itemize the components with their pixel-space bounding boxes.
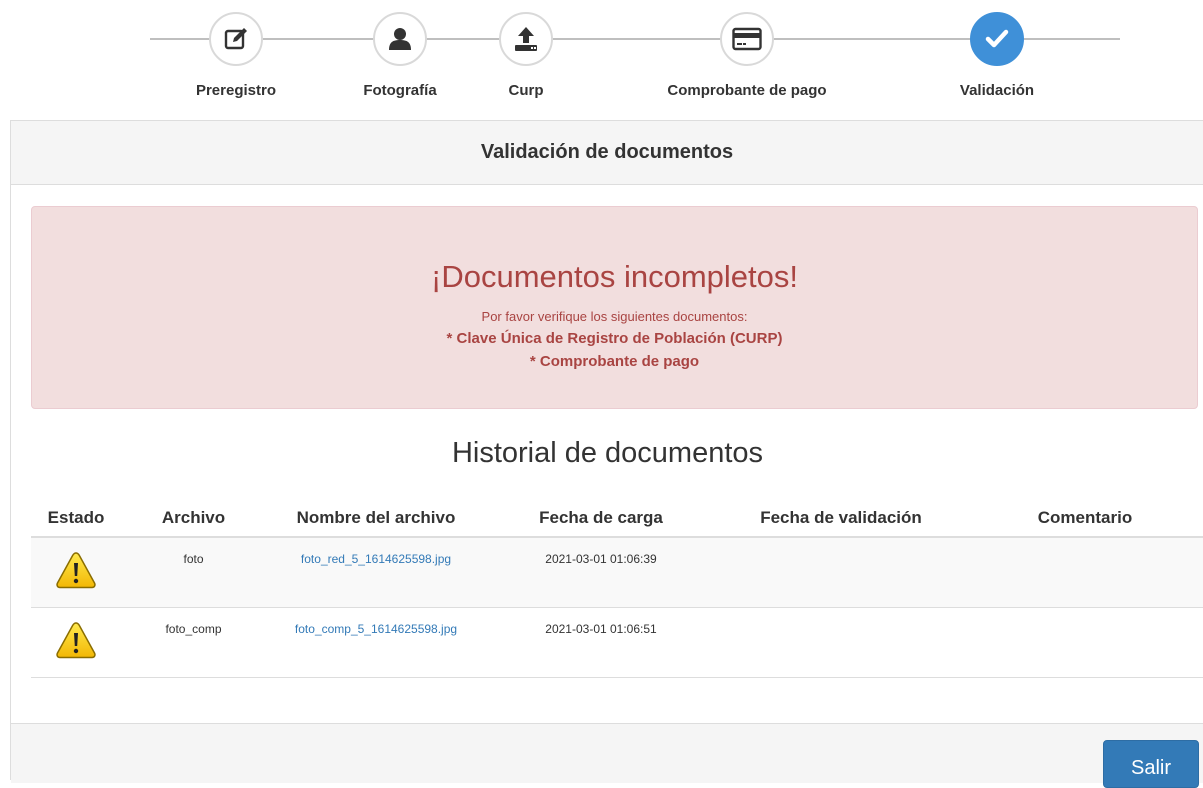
- column-header-nombre[interactable]: Nombre del archivo: [266, 499, 486, 538]
- file-type-cell: foto: [121, 537, 266, 608]
- step-label: Curp: [508, 82, 544, 99]
- incomplete-documents-alert: ¡Documentos incompletos! Por favor verif…: [31, 206, 1198, 409]
- documents-history-table: Estado Archivo Nombre del archivo Fecha …: [31, 499, 1203, 678]
- step-label: Preregistro: [195, 82, 277, 99]
- progress-stepper: Preregistro Fotografía Curp Comprobante …: [0, 0, 1203, 118]
- step-circle-active: [970, 12, 1024, 66]
- state-cell: [31, 537, 121, 608]
- column-header-comentario[interactable]: Comentario: [966, 499, 1203, 538]
- alert-subtitle: Por favor verifique los siguientes docum…: [481, 309, 748, 324]
- file-name-cell: foto_red_5_1614625598.jpg: [266, 537, 486, 608]
- step-circle: [209, 12, 263, 66]
- table-row: foto_comp foto_comp_5_1614625598.jpg 202…: [31, 607, 1203, 678]
- panel-title: Validación de documentos: [11, 121, 1203, 185]
- history-title: Historial de documentos: [451, 437, 764, 469]
- column-header-estado[interactable]: Estado: [31, 499, 121, 538]
- file-link[interactable]: foto_red_5_1614625598.jpg: [301, 552, 451, 566]
- table-header-row: Estado Archivo Nombre del archivo Fecha …: [31, 499, 1203, 538]
- column-header-fecha-carga[interactable]: Fecha de carga: [486, 499, 716, 538]
- validation-date-cell: [716, 607, 966, 678]
- upload-date-cell: 2021-03-01 01:06:39: [486, 537, 716, 608]
- state-cell: [31, 607, 121, 678]
- step-preregistro[interactable]: Preregistro: [151, 12, 321, 99]
- step-label: Comprobante de pago: [667, 82, 827, 99]
- user-icon: [389, 28, 411, 50]
- step-circle: [499, 12, 553, 66]
- step-circle: [720, 12, 774, 66]
- edit-icon: [224, 28, 247, 50]
- exit-button[interactable]: Salir: [1103, 740, 1199, 788]
- credit-card-icon: [732, 27, 762, 51]
- validation-date-cell: [716, 537, 966, 608]
- alert-title: ¡Documentos incompletos!: [431, 259, 798, 294]
- file-type-cell: foto_comp: [121, 607, 266, 678]
- step-comprobante-de-pago[interactable]: Comprobante de pago: [662, 12, 832, 99]
- check-icon: [985, 29, 1009, 48]
- step-curp[interactable]: Curp: [441, 12, 611, 99]
- step-validacion[interactable]: Validación: [912, 12, 1082, 99]
- validation-panel: Validación de documentos ¡Documentos inc…: [10, 120, 1203, 788]
- warning-icon: [56, 621, 96, 658]
- table-row: foto foto_red_5_1614625598.jpg 2021-03-0…: [31, 537, 1203, 608]
- step-circle: [373, 12, 427, 66]
- alert-item-comprobante: * Comprobante de pago: [529, 353, 700, 370]
- panel-footer: Salir: [11, 723, 1203, 788]
- file-link[interactable]: foto_comp_5_1614625598.jpg: [295, 622, 457, 636]
- alert-item-curp: * Clave Única de Registro de Población (…: [446, 330, 783, 347]
- warning-icon: [56, 552, 96, 589]
- column-header-fecha-validacion[interactable]: Fecha de validación: [716, 499, 966, 538]
- step-label: Validación: [959, 82, 1035, 99]
- file-name-cell: foto_comp_5_1614625598.jpg: [266, 607, 486, 678]
- upload-icon: [515, 27, 537, 51]
- comment-cell: [966, 537, 1203, 608]
- comment-cell: [966, 607, 1203, 678]
- upload-date-cell: 2021-03-01 01:06:51: [486, 607, 716, 678]
- column-header-archivo[interactable]: Archivo: [121, 499, 266, 538]
